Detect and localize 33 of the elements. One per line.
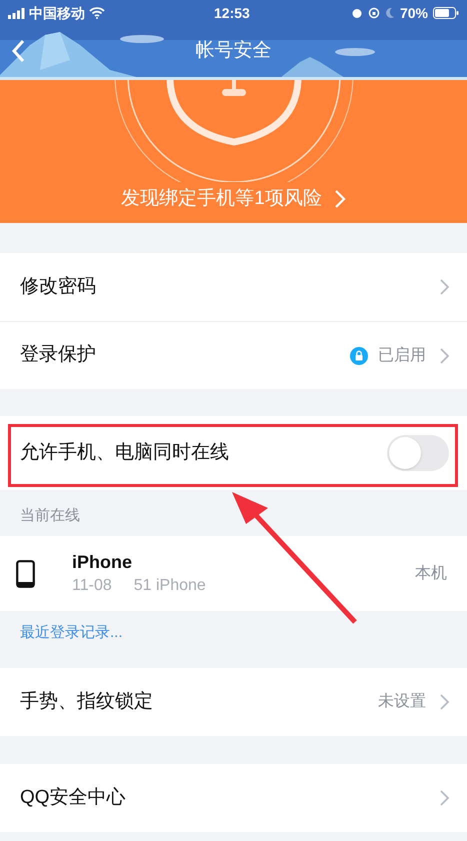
battery-percent: 70% bbox=[400, 4, 428, 22]
chevron-right-icon bbox=[440, 348, 449, 364]
signal-icon bbox=[8, 8, 25, 18]
device-name: iPhone bbox=[72, 550, 134, 574]
toggle-switch[interactable] bbox=[387, 435, 449, 471]
chevron-right-icon bbox=[334, 188, 346, 209]
setting-value: 未设置 bbox=[378, 692, 426, 712]
carrier-name: 中国移动 bbox=[29, 4, 85, 22]
settings-row[interactable]: QQ安全中心 bbox=[0, 764, 467, 832]
login-info: 11-08 bbox=[72, 576, 112, 596]
back-icon bbox=[11, 39, 25, 63]
setting-label: 修改密码 bbox=[20, 274, 97, 299]
battery-icon bbox=[433, 7, 459, 19]
setting-label: 允许手机、电脑同时在线 bbox=[20, 440, 230, 465]
phone-icon bbox=[16, 560, 35, 588]
setting-label: 手势、指纹锁定 bbox=[20, 690, 154, 714]
page-title: 帐号安全 bbox=[196, 38, 272, 63]
login-info: 51 iPhone bbox=[134, 576, 206, 596]
current-device-tag: 本机 bbox=[415, 562, 447, 586]
settings-row[interactable]: 修改密码 bbox=[0, 253, 467, 321]
alarm-icon bbox=[350, 7, 363, 19]
chevron-right-icon bbox=[440, 790, 449, 806]
section-header: 当前在线 bbox=[20, 506, 80, 526]
rotation-lock-icon bbox=[368, 7, 380, 19]
setting-label: 登录保护 bbox=[20, 343, 97, 368]
clock-time: 12:53 bbox=[214, 4, 250, 22]
wifi-icon bbox=[89, 7, 105, 19]
moon-icon bbox=[384, 7, 395, 19]
chevron-right-icon bbox=[440, 279, 449, 295]
chevron-right-icon bbox=[440, 694, 449, 710]
status-value: 已启用 bbox=[378, 346, 426, 366]
settings-row[interactable]: 手势、指纹锁定 未设置 bbox=[0, 668, 467, 736]
setting-label: QQ安全中心 bbox=[20, 786, 127, 810]
